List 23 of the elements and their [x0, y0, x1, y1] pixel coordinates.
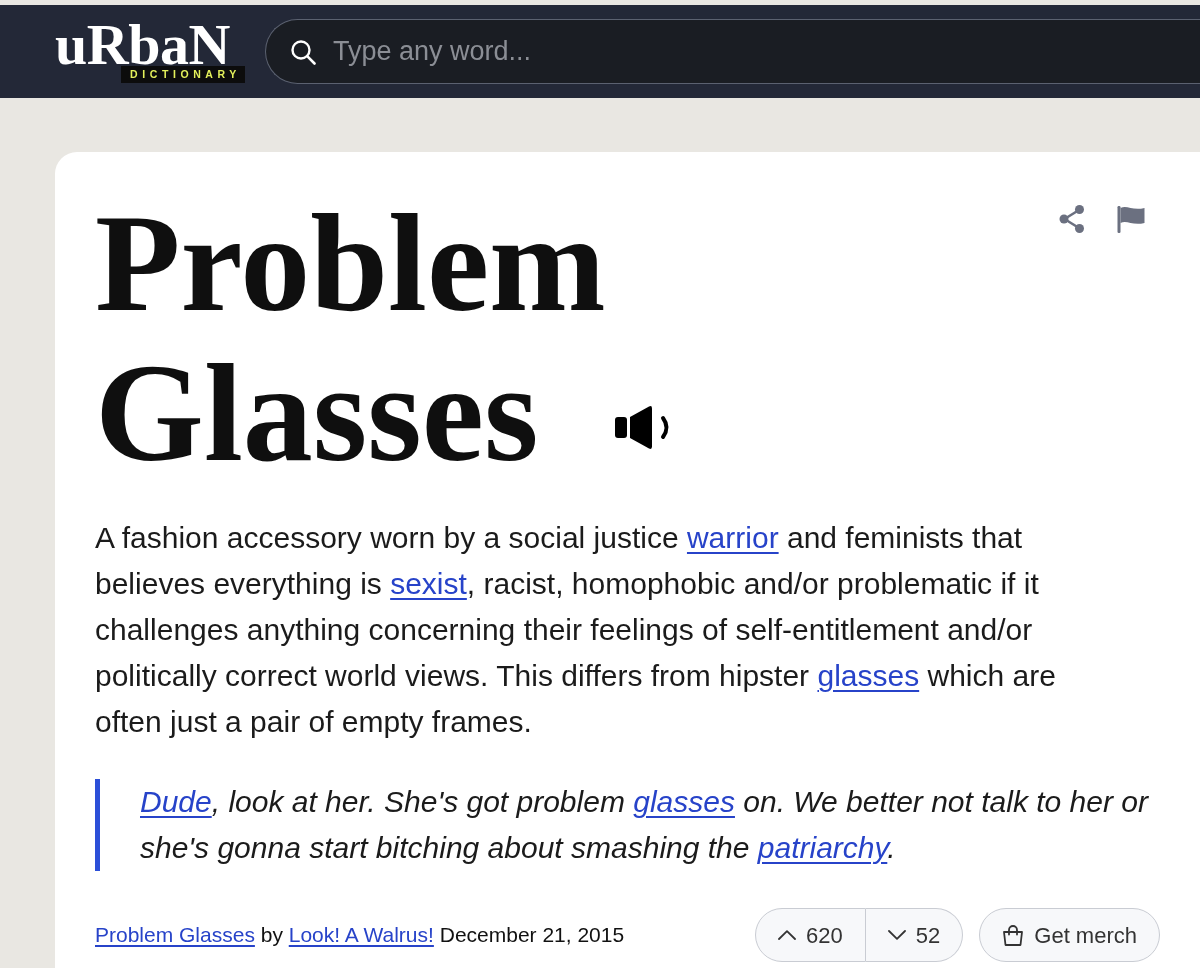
logo-tagline: DICTIONARY [121, 66, 245, 83]
word-link[interactable]: warrior [686, 521, 779, 554]
upvote-button[interactable]: 620 [755, 908, 866, 962]
word-link[interactable]: glasses [817, 659, 920, 692]
chevron-up-icon [778, 930, 797, 940]
word-link[interactable]: glasses [633, 785, 735, 818]
bag-icon [1002, 924, 1025, 946]
flag-icon[interactable] [1117, 205, 1145, 233]
byline-text: Problem Glasses by Look! A Walrus! December 21, 2015 [95, 922, 625, 949]
merch-button[interactable]: Get merch [979, 908, 1160, 962]
search-icon [289, 38, 316, 65]
author-link[interactable]: Look! A Walrus! [288, 923, 434, 947]
entry-title: Problem Glasses [95, 188, 607, 488]
definition-text: A fashion accessory worn by a social justice warrior and feminists that believes everything is sexist, racist, homophobic and/or problematic if it challenges anything concerning their feelings of self-entitlement and/or politically correct world views. This differs from hipster glasses which are often just a pair of empty frames. [95, 520, 1057, 740]
word-link[interactable]: sexist [390, 567, 467, 600]
word-link[interactable]: Dude [140, 785, 212, 818]
word-link[interactable]: patriarchy [757, 831, 888, 864]
share-icon[interactable] [1059, 205, 1085, 233]
search-field[interactable]: Type any word... [264, 19, 1200, 84]
example-quote: Dude, look at her. She's got problem glasses on. We better not talk to her or she's gonna start bitching about smashing the patriarchy. [95, 779, 1160, 871]
term-link[interactable]: Problem Glasses [95, 923, 255, 947]
downvote-button[interactable]: 52 [865, 908, 964, 962]
chevron-down-icon [887, 930, 906, 940]
